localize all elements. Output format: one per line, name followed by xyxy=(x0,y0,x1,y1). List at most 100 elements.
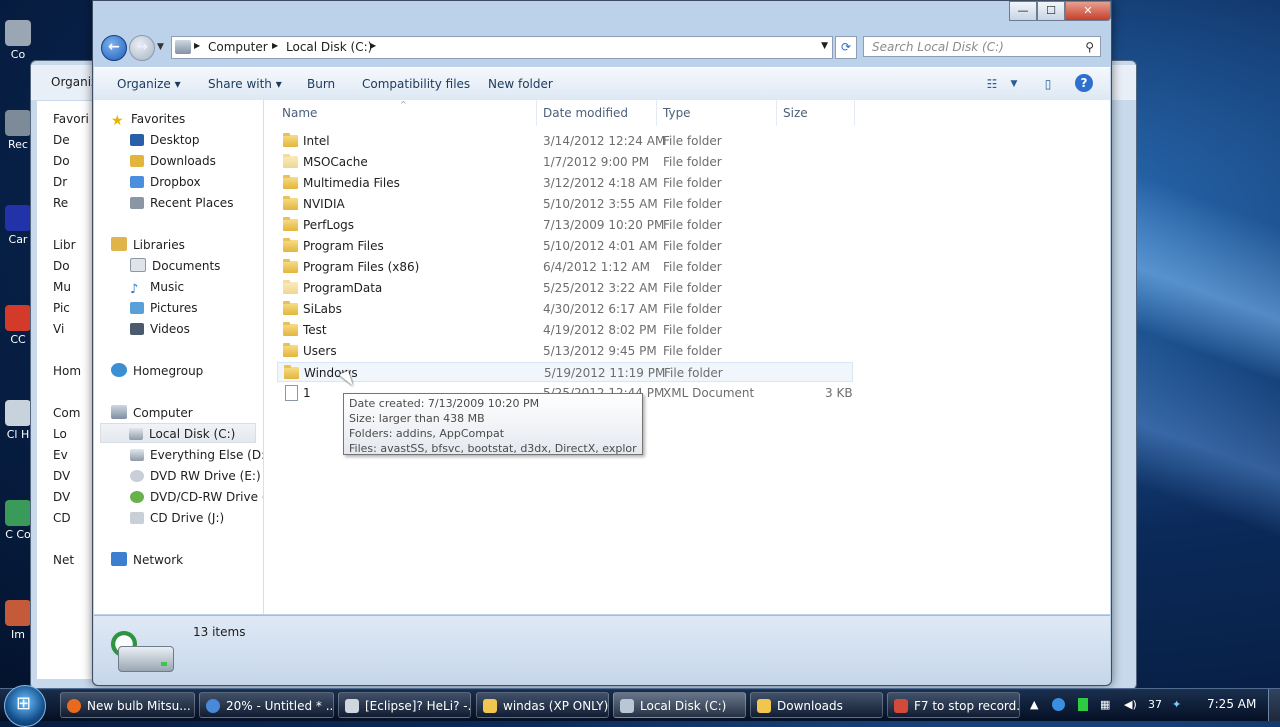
start-button[interactable] xyxy=(4,685,46,727)
column-divider[interactable] xyxy=(656,100,657,126)
file-row[interactable]: Users 5/13/2012 9:45 PM File folder xyxy=(277,341,853,361)
column-divider[interactable] xyxy=(854,100,855,126)
bg-sidebar-item[interactable]: Hom xyxy=(37,361,97,382)
column-header-name[interactable]: Name xyxy=(282,106,317,120)
chevron-right-icon[interactable]: ▶ xyxy=(370,41,376,50)
file-row[interactable]: MSOCache 1/7/2012 9:00 PM File folder xyxy=(277,152,853,172)
bg-sidebar-item[interactable]: Do xyxy=(37,151,97,172)
nav-downloads[interactable]: Downloads xyxy=(130,151,216,171)
nav-dvd-rw[interactable]: DVD RW Drive (E:) Ma xyxy=(130,466,263,486)
dropbox-tray-icon[interactable]: ✦ xyxy=(1172,698,1181,711)
file-row[interactable]: Intel 3/14/2012 12:24 AM File folder xyxy=(277,131,853,151)
nav-network[interactable]: Network xyxy=(111,550,183,570)
breadcrumb-local-disk[interactable]: Local Disk (C:) xyxy=(286,40,372,54)
refresh-button[interactable]: ⟳ xyxy=(835,36,857,59)
desktop-icon-computer[interactable]: Co xyxy=(0,20,36,61)
bg-sidebar-item[interactable]: Vi xyxy=(37,319,97,340)
taskbar-button[interactable]: 20% - Untitled * ... xyxy=(199,692,334,718)
minimize-button[interactable]: — xyxy=(1009,1,1037,21)
maximize-button[interactable]: ☐ xyxy=(1037,1,1065,21)
clock[interactable]: 7:25 AM xyxy=(1207,697,1256,711)
bg-sidebar-item[interactable]: Pic xyxy=(37,298,97,319)
taskbar-button[interactable]: New bulb Mitsu... xyxy=(60,692,195,718)
tray-counter[interactable]: 37 xyxy=(1148,698,1162,711)
nav-homegroup[interactable]: Homegroup xyxy=(111,361,203,381)
taskbar-button[interactable]: Downloads xyxy=(750,692,883,718)
file-row[interactable]: Test 4/19/2012 8:02 PM File folder xyxy=(277,320,853,340)
show-desktop-button[interactable] xyxy=(1268,689,1280,721)
explorer-window[interactable]: — ☐ ✕ ← → ▼ ▶ Computer ▶ Local Disk (C:)… xyxy=(92,0,1112,686)
address-dropdown-icon[interactable]: ▼ xyxy=(821,41,828,51)
preview-pane-icon[interactable]: ▯ xyxy=(1038,74,1058,94)
compatibility-files-button[interactable]: Compatibility files xyxy=(362,77,470,91)
column-divider[interactable] xyxy=(776,100,777,126)
column-header-date[interactable]: Date modified xyxy=(543,106,628,120)
bg-sidebar-item[interactable]: Favori xyxy=(37,109,97,130)
close-button[interactable]: ✕ xyxy=(1065,1,1111,21)
bg-organize-button[interactable]: Organiz xyxy=(51,75,97,89)
bg-sidebar-item[interactable]: Ev xyxy=(37,445,97,466)
volume-icon[interactable]: ◀) xyxy=(1124,698,1137,711)
file-row[interactable]: Program Files (x86) 6/4/2012 1:12 AM File … xyxy=(277,257,853,277)
views-dropdown-icon[interactable]: ▼ xyxy=(1004,74,1024,94)
breadcrumb-computer[interactable]: Computer xyxy=(208,40,268,54)
bg-sidebar-item[interactable]: Libr xyxy=(37,235,97,256)
taskbar-button[interactable]: [Eclipse]? HeLi? -... xyxy=(338,692,471,718)
nav-cd-drive[interactable]: CD Drive (J:) xyxy=(130,508,224,528)
bg-sidebar-item[interactable]: DV xyxy=(37,466,97,487)
file-row-hovered[interactable]: Windows 5/19/2012 11:19 PM File folder xyxy=(277,362,853,382)
file-row[interactable]: NVIDIA 5/10/2012 3:55 AM File folder xyxy=(277,194,853,214)
bg-sidebar-item[interactable]: Dr xyxy=(37,172,97,193)
new-folder-button[interactable]: New folder xyxy=(488,77,553,91)
nav-computer[interactable]: Computer xyxy=(111,403,193,423)
bg-sidebar-item[interactable]: DV xyxy=(37,487,97,508)
bg-sidebar-item[interactable]: CD xyxy=(37,508,97,529)
nav-everything-else[interactable]: Everything Else (D:) xyxy=(130,445,263,465)
chevron-right-icon[interactable]: ▶ xyxy=(194,41,200,50)
file-row[interactable]: Multimedia Files 3/12/2012 4:18 AM File fo… xyxy=(277,173,853,193)
taskbar-button[interactable]: windas (XP ONLY) xyxy=(476,692,609,718)
organize-button[interactable]: Organize ▾ xyxy=(117,77,181,91)
nav-dvd-cd[interactable]: DVD/CD-RW Drive (F: xyxy=(130,487,263,507)
column-divider[interactable] xyxy=(536,100,537,126)
tray-green-icon[interactable] xyxy=(1078,698,1088,711)
help-icon[interactable]: ? xyxy=(1075,74,1093,92)
nav-dropbox[interactable]: Dropbox xyxy=(130,172,201,192)
nav-recent-places[interactable]: Recent Places xyxy=(130,193,233,213)
file-row[interactable]: Program Files 5/10/2012 4:01 AM File folde… xyxy=(277,236,853,256)
nav-desktop[interactable]: Desktop xyxy=(130,130,200,150)
bg-sidebar-item[interactable]: Re xyxy=(37,193,97,214)
bg-sidebar-item[interactable]: Com xyxy=(37,403,97,424)
bg-sidebar-item[interactable]: Mu xyxy=(37,277,97,298)
column-header-type[interactable]: Type xyxy=(663,106,691,120)
bg-sidebar-item[interactable]: Lo xyxy=(37,424,97,445)
nav-videos[interactable]: Videos xyxy=(130,319,190,339)
chevron-right-icon[interactable]: ▶ xyxy=(272,41,278,50)
nav-favorites[interactable]: ★ Favorites xyxy=(111,109,185,129)
file-row[interactable]: SiLabs 4/30/2012 6:17 AM File folder xyxy=(277,299,853,319)
bg-sidebar-item[interactable]: Do xyxy=(37,256,97,277)
nav-documents[interactable]: Documents xyxy=(130,256,220,276)
recent-pages-dropdown-icon[interactable]: ▼ xyxy=(157,42,164,52)
nav-pictures[interactable]: Pictures xyxy=(130,298,198,318)
taskbar-button-active[interactable]: Local Disk (C:) xyxy=(613,692,746,718)
tray-app-icon[interactable] xyxy=(1052,698,1065,711)
nav-music[interactable]: ♪ Music xyxy=(130,277,184,297)
file-row[interactable]: ProgramData 5/25/2012 3:22 AM File folder xyxy=(277,278,853,298)
back-button[interactable]: ← xyxy=(101,35,127,61)
network-icon[interactable]: ▦ xyxy=(1100,698,1110,711)
search-input[interactable]: Search Local Disk (C:) ⚲ xyxy=(863,36,1101,57)
bg-sidebar-item[interactable]: Net xyxy=(37,550,97,571)
nav-local-disk[interactable]: Local Disk (C:) xyxy=(100,423,256,443)
burn-button[interactable]: Burn xyxy=(307,77,335,91)
column-header-size[interactable]: Size xyxy=(783,106,808,120)
taskbar-button[interactable]: F7 to stop record... xyxy=(887,692,1020,718)
views-icon[interactable]: ☷ xyxy=(982,74,1002,94)
bg-sidebar-item[interactable]: De xyxy=(37,130,97,151)
search-icon[interactable]: ⚲ xyxy=(1085,37,1094,58)
address-bar[interactable]: ▶ Computer ▶ Local Disk (C:) ▶ ▼ xyxy=(171,36,833,59)
share-with-button[interactable]: Share with ▾ xyxy=(208,77,282,91)
forward-button[interactable]: → xyxy=(129,35,155,61)
file-row[interactable]: PerfLogs 7/13/2009 10:20 PM File folder xyxy=(277,215,853,235)
nav-libraries[interactable]: Libraries xyxy=(111,235,185,255)
